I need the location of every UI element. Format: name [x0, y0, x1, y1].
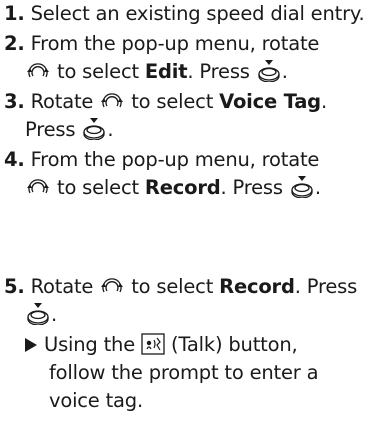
- step-text: .: [51, 303, 57, 326]
- step-number: 4.: [4, 148, 25, 171]
- result-text: Using the: [44, 333, 135, 356]
- step-text: From the pop-up menu, rotate: [30, 148, 320, 171]
- step-text: Select an existing speed dial entry.: [30, 2, 365, 25]
- menu-item-record: Record: [219, 275, 295, 298]
- step-text: Press: [25, 118, 76, 141]
- selector-knob-press-icon: [289, 174, 315, 198]
- result-arrow-icon: [25, 338, 37, 352]
- step-text: . Press: [187, 60, 250, 83]
- selector-knob-rotate-icon: [99, 275, 125, 297]
- result-text: (Talk) button,: [171, 333, 298, 356]
- selector-knob-press-icon: [256, 58, 282, 82]
- step-4: 4. From the pop-up menu, rotate to selec…: [4, 146, 386, 202]
- step-text: to select: [131, 275, 214, 298]
- step-3-line-1: 3. Rotate to select Voice Tag.: [4, 88, 386, 116]
- step-text: .: [320, 90, 327, 113]
- step-4-line-2: to select Record. Press .: [4, 174, 386, 202]
- step-text: .: [281, 60, 288, 83]
- step-text: . Press: [294, 275, 358, 298]
- step-5: 5. Rotate to select Record. Press .: [4, 273, 386, 329]
- menu-item-edit: Edit: [144, 60, 188, 83]
- menu-item-record: Record: [144, 176, 221, 199]
- step-text: to select: [57, 176, 139, 199]
- result-line-2: follow the prompt to enter a: [49, 361, 319, 384]
- step-number: 1.: [4, 2, 25, 25]
- selector-knob-press-icon: [25, 301, 51, 325]
- step-text: to select: [131, 90, 214, 113]
- step-text: .: [107, 118, 114, 141]
- result-line-3: voice tag.: [49, 389, 143, 412]
- step-text: Rotate: [30, 90, 94, 113]
- step-2: 2. From the pop-up menu, rotate to selec…: [4, 30, 386, 86]
- step-3-line-2: Press .: [4, 116, 386, 144]
- step-text: Rotate: [30, 275, 94, 298]
- result-line-1: Using the (Talk) button,: [25, 331, 385, 359]
- instruction-page: 1. Select an existing speed dial entry. …: [0, 0, 388, 424]
- step-text: to select: [57, 60, 139, 83]
- step-1: 1. Select an existing speed dial entry.: [4, 0, 386, 28]
- step-number: 5.: [4, 275, 25, 298]
- step-5-line-1: 5. Rotate to select Record. Press: [4, 273, 386, 301]
- step-text: .: [314, 176, 321, 199]
- step-2-line-1: 2. From the pop-up menu, rotate: [4, 30, 386, 58]
- selector-knob-press-icon: [81, 116, 107, 140]
- step-number: 3.: [4, 90, 25, 113]
- step-1-line-1: 1. Select an existing speed dial entry.: [4, 0, 386, 28]
- step-number: 2.: [4, 32, 25, 55]
- step-text: From the pop-up menu, rotate: [30, 32, 320, 55]
- step-3: 3. Rotate to select Voice Tag. Press .: [4, 88, 386, 144]
- selector-knob-rotate-icon: [99, 90, 125, 112]
- step-4-line-1: 4. From the pop-up menu, rotate: [4, 146, 386, 174]
- step-5-line-2: .: [4, 301, 386, 329]
- step-2-line-2: to select Edit. Press .: [4, 58, 386, 86]
- result-note: Using the (Talk) button, follow the prom…: [25, 331, 385, 415]
- step-text: . Press: [220, 176, 284, 199]
- selector-knob-rotate-icon: [25, 60, 51, 82]
- menu-item-voice-tag: Voice Tag: [219, 90, 321, 113]
- selector-knob-rotate-icon: [25, 176, 51, 198]
